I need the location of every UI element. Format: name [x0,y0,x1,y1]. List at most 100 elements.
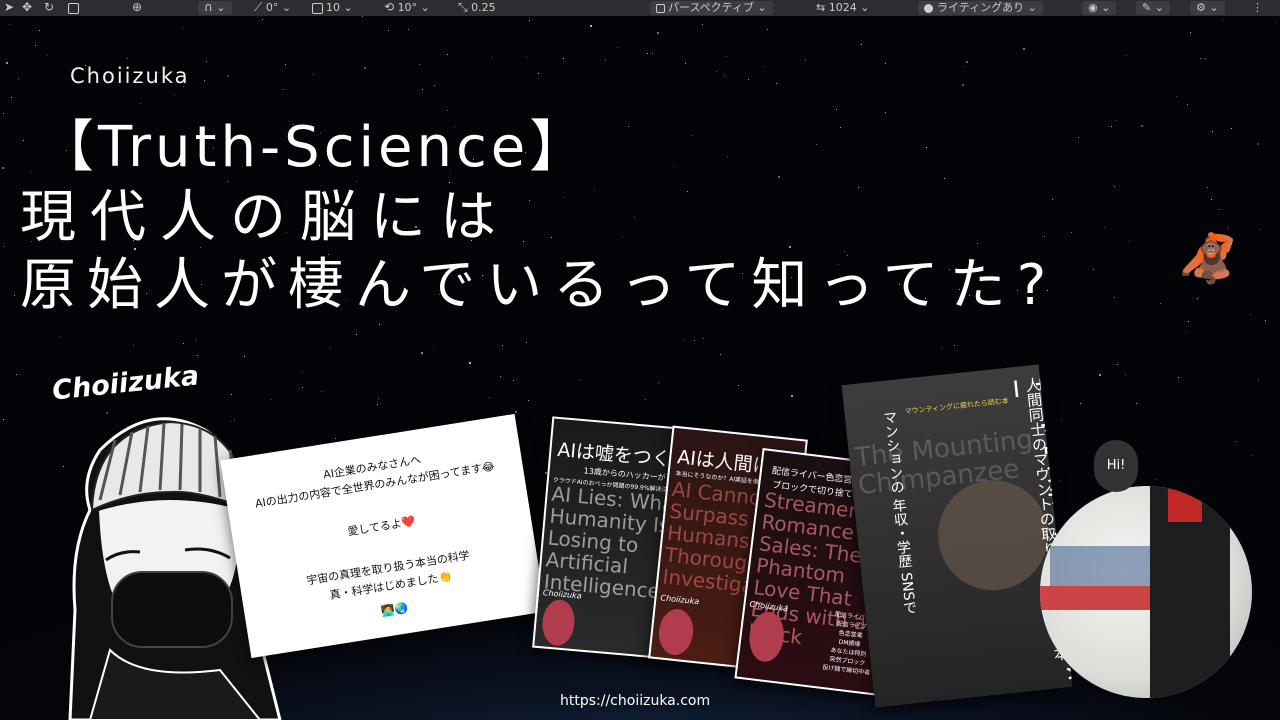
star [590,25,592,27]
person-head [1168,486,1202,522]
angle-snap-value: 0° [265,1,279,14]
star [652,53,653,54]
star [954,345,955,346]
star [3,113,4,114]
star [647,53,648,54]
rotate-icon[interactable]: ↻ [44,1,54,15]
star [1114,186,1115,187]
star [1212,131,1213,132]
lighting-label: ライティングあり [937,1,1025,14]
star [748,79,749,80]
star [692,135,693,136]
star [3,246,4,247]
star [1178,377,1179,378]
star [408,29,409,30]
star [526,342,527,343]
star [364,67,366,69]
star [964,66,965,67]
star [703,338,704,339]
star [885,63,886,64]
star [1258,380,1259,381]
star [1205,58,1206,59]
star [447,54,448,55]
angle-snap-button[interactable]: ⟋ 0° ⌄ [254,1,291,15]
star [1141,125,1143,127]
view-mode-dropdown[interactable]: パースペクティブ ⌄ [650,1,773,15]
globe-icon[interactable]: ⊕ [132,1,142,15]
star [791,395,793,397]
star [526,57,527,58]
star [60,336,61,337]
star [127,58,128,59]
star [262,19,263,20]
star [1078,137,1079,138]
star [776,83,777,84]
star [335,438,336,439]
star [840,127,841,128]
title-line-3: 原始人が棲んでいるって知ってた? [20,253,1058,318]
star [422,89,423,90]
star [563,58,564,59]
edit-dropdown[interactable]: ✎ ⌄ [1136,1,1170,15]
star [39,30,40,31]
star [330,347,331,348]
book-cover-mounting-chimpanzee[interactable]: The Mounting Chimpanzee マウンティングに疲れたら読む本 … [841,364,1073,708]
star [313,74,314,75]
star [491,57,492,58]
more-icon[interactable]: ⋮ [1252,1,1263,15]
star [206,61,207,62]
author-portrait [540,598,577,647]
star [182,28,183,29]
star [35,45,36,46]
star [133,345,134,346]
view-mode-label: パースペクティブ [668,1,755,14]
scale-snap-button[interactable]: ⤡ 0.25 [458,1,496,15]
star [685,63,686,64]
star [321,391,322,392]
author-portrait [656,607,696,657]
grid-snap-button[interactable]: 10 ⌄ [312,1,353,15]
star [645,399,646,400]
star [6,62,8,64]
star [489,397,490,398]
star [1187,104,1188,105]
star [421,352,423,354]
star [858,187,859,188]
magnet-button[interactable]: ∩ ⌄ [198,1,232,15]
move-icon[interactable]: ✥ [22,1,32,15]
star [579,379,580,380]
star [605,60,606,61]
site-url[interactable]: https://choiizuka.com [560,693,710,709]
star [2,167,4,169]
star [18,78,19,79]
star [174,95,175,96]
star [1231,128,1232,129]
star [3,419,4,420]
star [538,73,539,74]
rotate-snap-button[interactable]: ⟲ 10° ⌄ [384,1,430,15]
star [528,400,529,401]
star [1111,126,1112,127]
star [738,385,739,386]
resolution-dropdown[interactable]: ⇆ 1024 ⌄ [816,1,869,15]
star [388,30,389,31]
star [1211,199,1212,200]
star [724,75,725,76]
star [551,237,552,238]
scale-icon[interactable] [68,1,82,15]
star [1219,209,1220,210]
grid-snap-value: 10 [326,1,340,14]
settings-dropdown[interactable]: ⚙ ⌄ [1190,1,1225,15]
star [1259,229,1260,230]
star [926,147,927,148]
star [1207,187,1208,188]
star [1176,96,1177,97]
lighting-dropdown[interactable]: ライティングあり ⌄ [918,1,1043,15]
select-tool[interactable]: ➤ [4,1,14,15]
orangutan-emoji: 🦧 [1178,231,1238,287]
star [687,191,688,192]
visibility-dropdown[interactable]: ◉ ⌄ [1082,1,1117,15]
star [1059,480,1060,481]
title-line-1: 【Truth-Science】 [38,115,590,180]
star [726,56,727,57]
